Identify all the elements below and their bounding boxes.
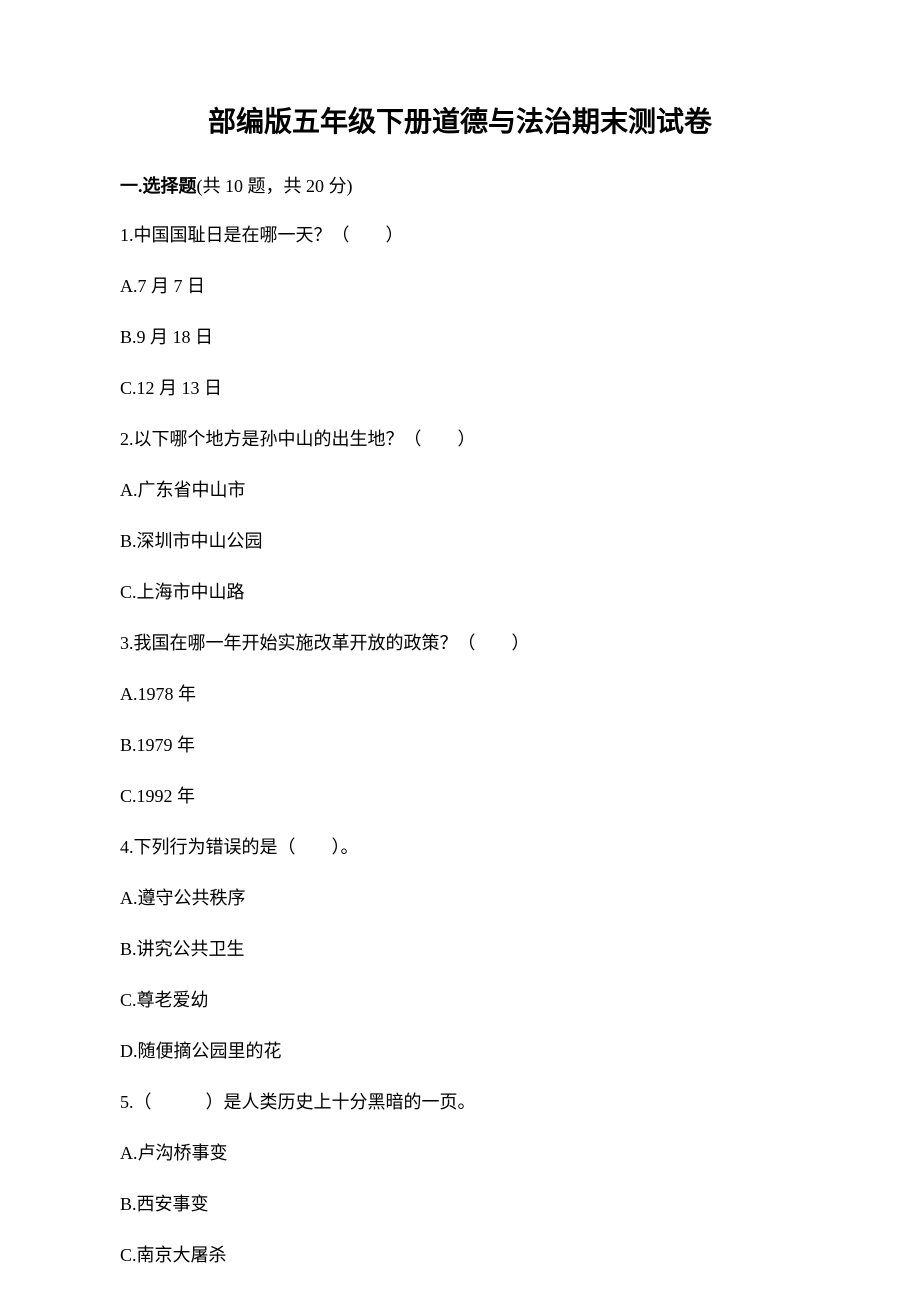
option-text: 7 月 7 日 xyxy=(138,276,206,296)
option-label: A. xyxy=(120,888,138,908)
option-label: A. xyxy=(120,480,138,500)
question-3: 3.我国在哪一年开始实施改革开放的政策？（ ） xyxy=(120,630,800,657)
section-name: 选择题 xyxy=(143,176,197,196)
option-text: 西安事变 xyxy=(137,1194,209,1214)
question-number: 5. xyxy=(120,1092,134,1112)
question-1-option-a: A.7 月 7 日 xyxy=(120,273,800,300)
option-text: 1992 年 xyxy=(137,786,196,806)
question-2-option-a: A.广东省中山市 xyxy=(120,477,800,504)
question-2-option-b: B.深圳市中山公园 xyxy=(120,528,800,555)
question-text: （ ）是人类历史上十分黑暗的一页。 xyxy=(134,1092,476,1112)
page-title: 部编版五年级下册道德与法治期末测试卷 xyxy=(120,100,800,140)
question-1: 1.中国国耻日是在哪一天？（ ） xyxy=(120,222,800,249)
question-text: 下列行为错误的是（ ）。 xyxy=(134,837,359,857)
option-label: B. xyxy=(120,939,137,959)
question-2: 2.以下哪个地方是孙中山的出生地？（ ） xyxy=(120,426,800,453)
option-text: 遵守公共秩序 xyxy=(138,888,246,908)
option-text: 12 月 13 日 xyxy=(137,378,223,398)
option-text: 深圳市中山公园 xyxy=(137,531,263,551)
option-text: 卢沟桥事变 xyxy=(138,1143,228,1163)
option-label: A. xyxy=(120,1143,138,1163)
question-number: 3. xyxy=(120,633,134,653)
option-label: A. xyxy=(120,276,138,296)
question-4-option-b: B.讲究公共卫生 xyxy=(120,936,800,963)
section-number: 一. xyxy=(120,176,143,196)
section-header: 一.选择题(共 10 题，共 20 分) xyxy=(120,172,800,198)
question-number: 2. xyxy=(120,429,134,449)
option-label: C. xyxy=(120,1245,137,1265)
section-info: (共 10 题，共 20 分) xyxy=(197,176,353,196)
option-text: 广东省中山市 xyxy=(138,480,246,500)
question-text: 中国国耻日是在哪一天？（ ） xyxy=(134,225,404,245)
question-2-option-c: C.上海市中山路 xyxy=(120,579,800,606)
option-label: D. xyxy=(120,1041,138,1061)
option-label: B. xyxy=(120,735,137,755)
question-1-option-c: C.12 月 13 日 xyxy=(120,375,800,402)
option-text: 1979 年 xyxy=(137,735,196,755)
option-text: 随便摘公园里的花 xyxy=(138,1041,282,1061)
option-label: C. xyxy=(120,990,137,1010)
option-label: B. xyxy=(120,531,137,551)
option-text: 上海市中山路 xyxy=(137,582,245,602)
question-3-option-c: C.1992 年 xyxy=(120,783,800,810)
option-text: 南京大屠杀 xyxy=(137,1245,227,1265)
question-text: 以下哪个地方是孙中山的出生地？（ ） xyxy=(134,429,476,449)
question-3-option-b: B.1979 年 xyxy=(120,732,800,759)
option-text: 9 月 18 日 xyxy=(137,327,214,347)
question-5: 5.（ ）是人类历史上十分黑暗的一页。 xyxy=(120,1089,800,1116)
question-5-option-c: C.南京大屠杀 xyxy=(120,1242,800,1269)
question-5-option-b: B.西安事变 xyxy=(120,1191,800,1218)
option-text: 尊老爱幼 xyxy=(137,990,209,1010)
question-number: 4. xyxy=(120,837,134,857)
question-number: 1. xyxy=(120,225,134,245)
question-4-option-a: A.遵守公共秩序 xyxy=(120,885,800,912)
question-1-option-b: B.9 月 18 日 xyxy=(120,324,800,351)
question-4: 4.下列行为错误的是（ ）。 xyxy=(120,834,800,861)
option-label: B. xyxy=(120,1194,137,1214)
question-4-option-c: C.尊老爱幼 xyxy=(120,987,800,1014)
option-label: C. xyxy=(120,582,137,602)
question-4-option-d: D.随便摘公园里的花 xyxy=(120,1038,800,1065)
option-label: A. xyxy=(120,684,138,704)
option-label: B. xyxy=(120,327,137,347)
question-3-option-a: A.1978 年 xyxy=(120,681,800,708)
question-5-option-a: A.卢沟桥事变 xyxy=(120,1140,800,1167)
option-text: 讲究公共卫生 xyxy=(137,939,245,959)
question-text: 我国在哪一年开始实施改革开放的政策？（ ） xyxy=(134,633,530,653)
option-label: C. xyxy=(120,378,137,398)
option-label: C. xyxy=(120,786,137,806)
option-text: 1978 年 xyxy=(138,684,197,704)
